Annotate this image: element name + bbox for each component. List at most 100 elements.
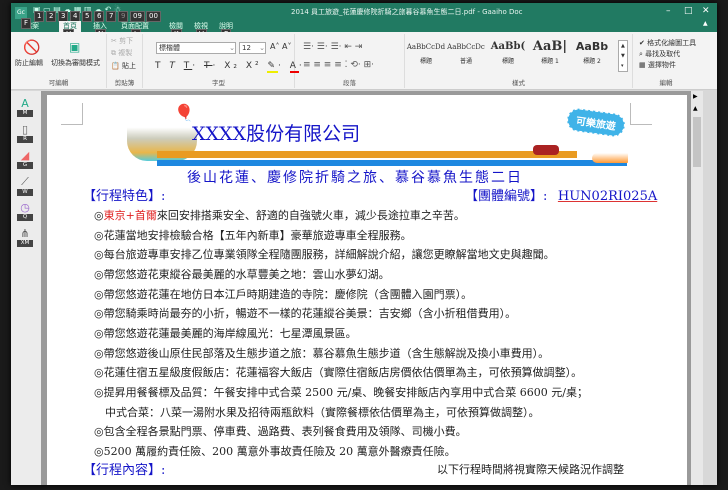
wand-icon[interactable]: ⟋ W (17, 175, 33, 199)
font-format-buttons[interactable]: T T T· T· X₂ X² ✎· A· (155, 61, 305, 73)
group-label: 段落 (343, 79, 356, 87)
style-name: 標題 1 (541, 58, 559, 65)
key-tip: G (17, 162, 33, 169)
tab-home[interactable]: 首頁H (59, 21, 81, 40)
clock-icon[interactable]: ◷ Q (17, 201, 33, 225)
feature-line: ◎提昇用餐餐標及品質：午餐安排中式合菜 2500 元/桌、晚餐安排飯店內享用中式… (94, 386, 588, 399)
feature-line: ◎每台旅遊專車安排乙位專業領隊全程隨團服務，詳細解說介紹，讓您更瞭解當地文史與趣… (94, 248, 555, 261)
feature-line: ◎東京+首爾來回安排搭乘安全、舒適的自強號火車，減少長途拉車之辛苦。 (94, 209, 465, 222)
style-title[interactable]: AaBb(標題 (487, 38, 529, 65)
label: 複製 (118, 49, 133, 57)
scrollbar-thumb[interactable] (693, 117, 701, 167)
tab-help[interactable]: 說明P (219, 21, 233, 40)
align-buttons[interactable]: ≡ ≡ ≡ ≡ ⁚ ⟲· ⊞· (303, 60, 374, 70)
find-replace-button[interactable]: ⌕ 尋找及取代 (639, 49, 680, 59)
key-tip: F (21, 18, 32, 29)
grow-font-icon[interactable]: A˄ A˅ (270, 42, 292, 51)
line-text: 來回安排搭乘安全、舒適的自強號火車，減少長途拉車之辛苦。 (156, 209, 465, 222)
feature-line: ◎包含全程各景點門票、停車費、過路費、表列餐食費用及領隊、司機小費。 (94, 425, 467, 438)
window-title: 2014 員工旅遊_花蓮慶修院折騎之旅暮谷慕魚生態二日.pdf - Gaaiho… (291, 8, 523, 16)
features-heading: 【行程特色】: (83, 189, 166, 204)
group-label: 可編輯 (48, 79, 69, 87)
document-page[interactable]: 🎈 XXXX股份有限公司 可樂旅遊 後山花蓮、慶修院折騎之旅、慕谷慕魚生態二日 … (47, 95, 687, 485)
train-icon (533, 145, 559, 155)
cut-button[interactable]: ✂ 剪下 (111, 36, 133, 46)
minimize-button[interactable]: – (666, 6, 671, 16)
close-button[interactable]: ✕ (702, 6, 710, 16)
company-name: XXXX股份有限公司 (192, 123, 361, 145)
feature-line: ◎5200 萬履約責任險、200 萬意外事故責任險及 20 萬意外醫療責任險。 (94, 445, 456, 458)
group-styles: AaBbCcDd 標題 AaBbCcDc 普通 AaBb(標題 AaB| 標題 1 A… (405, 34, 633, 88)
group-number: HUN02RI025A (557, 189, 658, 204)
scroll-right-arrow[interactable]: ▶ (693, 93, 698, 100)
protect-edit-button[interactable]: 防止編輯 (15, 58, 43, 68)
group-label: 字型 (212, 79, 225, 87)
balloon-icon: 🎈 (174, 103, 194, 122)
review-mode-icon: ▣ (69, 40, 81, 54)
switch-review-mode-button[interactable]: 切換為審閱模式 (51, 58, 100, 68)
document-subtitle: 後山花蓮、慶修院折騎之旅、慕谷慕魚生態二日 (187, 170, 523, 186)
styles-scroll-buttons[interactable]: ▲ ▼ ▾ (618, 40, 628, 72)
style-heading[interactable]: AaBbCcDd 標題 (405, 38, 447, 65)
label: 剪下 (119, 37, 134, 45)
itinerary-heading: 【行程內容】: (83, 463, 166, 478)
style-name: 標題 2 (583, 58, 601, 65)
document-area: 🎈 XXXX股份有限公司 可樂旅遊 後山花蓮、慶修院折騎之旅、慕谷慕魚生態二日 … (41, 91, 691, 485)
feature-line: ◎花蓮當地安排檢驗合格【五年內新車】豪華旅遊專車全程服務。 (94, 229, 412, 242)
key-tip: 5 (82, 11, 93, 22)
group-clipboard: ✂ 剪下 ⧉ 複製 📋 貼上 剪貼簿 (107, 34, 143, 88)
key-tip: XM (17, 240, 33, 247)
collapse-ribbon-icon[interactable]: ▲ (703, 20, 708, 27)
itinerary-note: 以下行程時間將視實際天候路況作調整 (437, 463, 624, 476)
key-tip: W (17, 189, 33, 196)
select-objects-button[interactable]: ▦ 選擇物件 (639, 60, 676, 70)
style-name: 普通 (459, 58, 472, 65)
app-window: Gc ▣ ▭ ▤ ☁ ▦ ▥ ☁ ↶ ☃ 1 2 3 4 5 6 7 9 09 … (11, 3, 717, 485)
shape-icon[interactable]: ◢ G (17, 149, 33, 173)
group-protect: 🚫 防止編輯 ▣ 切換為審閱模式 可編輯 (11, 34, 107, 88)
paste-button[interactable]: 📋 貼上 (111, 61, 136, 71)
orange-stripe (157, 151, 577, 158)
feature-line: ◎帶您悠遊後山原住民部落及生態步道之旅：慕谷慕魚生態步道（含生態解說及換小車費用… (94, 347, 550, 360)
tab-review[interactable]: 檢閱K (169, 21, 183, 40)
scroll-up-arrow[interactable]: ▲ (693, 105, 698, 112)
style-sample: AaBbCcDd (406, 43, 446, 51)
style-normal[interactable]: AaBbCcDc 普通 (445, 38, 487, 65)
text-icon[interactable]: AM (17, 97, 33, 121)
blue-stripe (157, 160, 627, 166)
feature-line: ◎帶您悠遊花蓮在地仿日本江戶時期建造的寺院：慶修院（含團體入園門票）。 (94, 288, 473, 301)
group-number-label: 【團體編號】: (465, 189, 548, 204)
tab-page-layout[interactable]: 頁面配置L (121, 21, 149, 40)
group-editing: ✔ 格式化繪圖工具 ⌕ 尋找及取代 ▦ 選擇物件 編輯 (633, 34, 699, 88)
font-size-select[interactable]: 12 ⌄ (239, 42, 266, 54)
label: 尋找及取代 (645, 50, 681, 58)
style-heading-2[interactable]: AaBb 標題 2 (571, 38, 613, 65)
tab-insert[interactable]: 插入N (93, 21, 107, 40)
document-search-icon[interactable]: ▯ R (17, 123, 33, 147)
group-label: 樣式 (512, 79, 525, 87)
copy-button[interactable]: ⧉ 複製 (111, 48, 132, 58)
org-chart-icon[interactable]: ⋔ XM (17, 227, 33, 251)
style-sample: AaBb (575, 40, 609, 53)
style-name: 標題 (501, 58, 514, 65)
key-tip: R (17, 136, 33, 143)
key-tip: 7 (106, 11, 117, 22)
maximize-button[interactable]: □ (684, 6, 693, 16)
key-tip: 2 (46, 11, 57, 22)
label: 貼上 (121, 62, 136, 70)
vertical-scrollbar[interactable]: ▶ ▲ (691, 91, 703, 485)
key-tip: Q (17, 214, 33, 221)
tab-view[interactable]: 檢視V (194, 21, 208, 40)
style-sample: AaB| (532, 39, 568, 54)
title-bar: Gc ▣ ▭ ▤ ☁ ▦ ▥ ☁ ↶ ☃ 1 2 3 4 5 6 7 9 09 … (11, 3, 717, 40)
font-name-select[interactable]: 標楷體 ⌄ (156, 42, 236, 54)
tab-file[interactable]: 檔案 F (21, 18, 39, 32)
key-tip: M (17, 110, 33, 117)
label: 選擇物件 (647, 61, 676, 69)
font-name-value: 標楷體 (159, 44, 180, 52)
list-buttons[interactable]: ☰· ☰· ☰· ⇤ ⇥ (303, 42, 362, 52)
style-heading-1[interactable]: AaB| 標題 1 (529, 38, 571, 65)
margin-mark (61, 103, 83, 125)
format-painter-button[interactable]: ✔ 格式化繪圖工具 (639, 38, 696, 48)
ribbon: 🚫 防止編輯 ▣ 切換為審閱模式 可編輯 ✂ 剪下 ⧉ 複製 📋 貼上 剪貼簿 … (11, 32, 717, 90)
